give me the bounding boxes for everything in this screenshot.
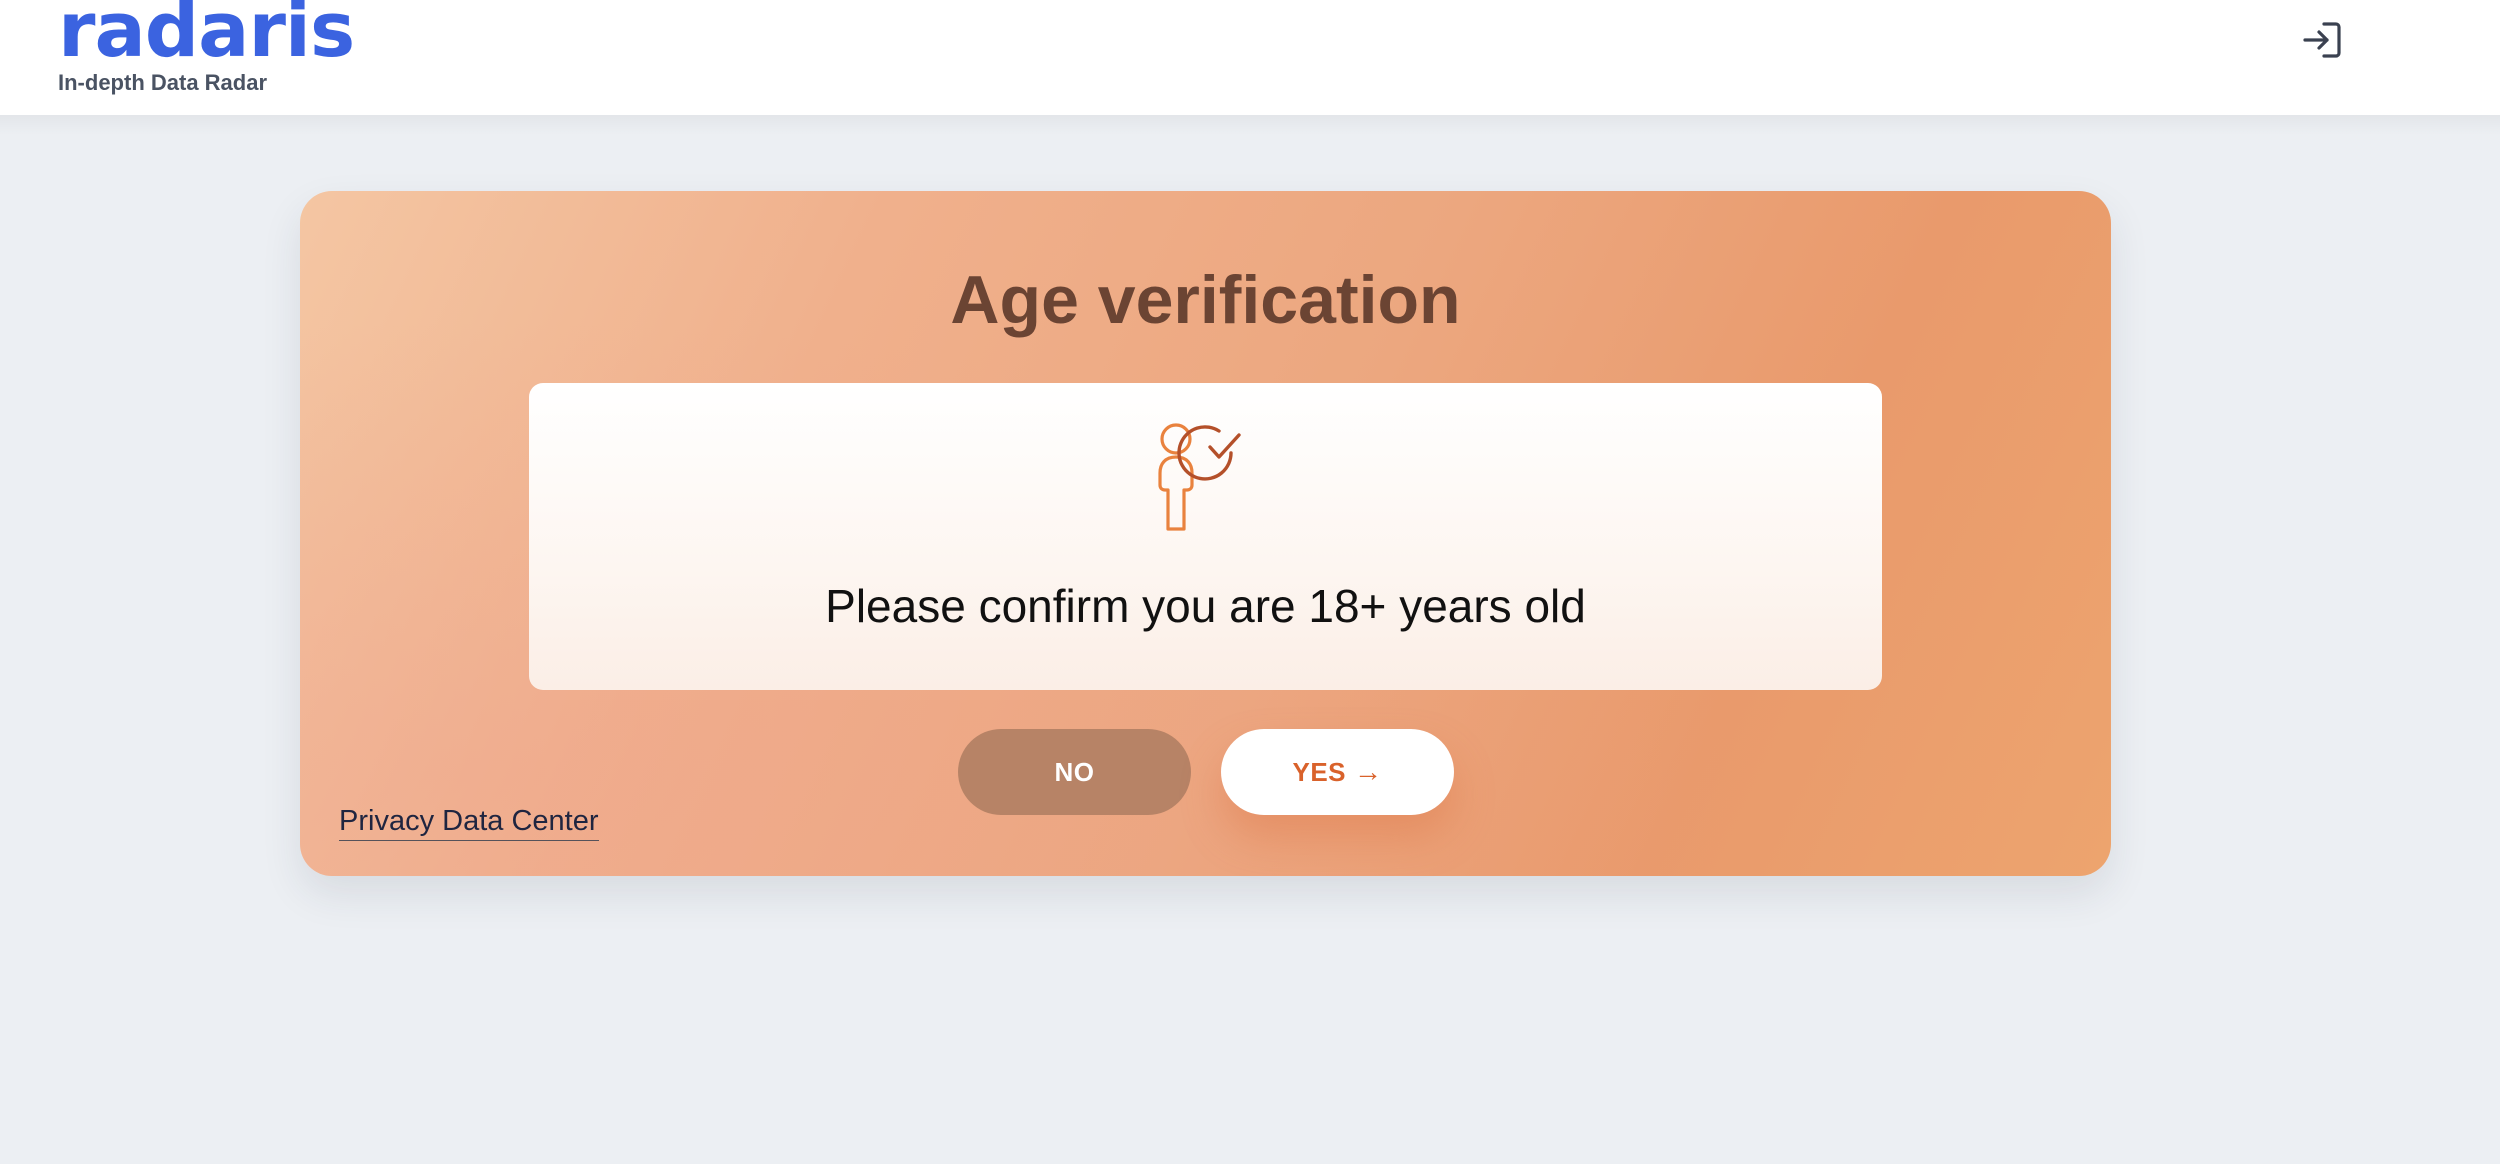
confirm-age-text: Please confirm you are 18+ years old <box>825 580 1586 632</box>
confirm-panel: Please confirm you are 18+ years old <box>529 383 1882 690</box>
modal-title: Age verification <box>950 262 1461 338</box>
site-logo[interactable]: radaris In-depth Data Radar <box>58 0 355 96</box>
person-check-icon <box>1158 423 1241 531</box>
privacy-data-center-link[interactable]: Privacy Data Center <box>339 805 599 841</box>
login-button[interactable] <box>2298 18 2346 62</box>
no-button[interactable]: NO <box>958 729 1191 815</box>
yes-button-label: YES <box>1292 756 1347 787</box>
age-verification-modal: Age verification Please confirm you are … <box>300 191 2111 876</box>
header-shadow <box>0 115 2500 135</box>
arrow-right-icon: → <box>1354 756 1383 787</box>
no-button-label: NO <box>1054 756 1095 787</box>
login-icon <box>2303 22 2341 58</box>
site-header: radaris In-depth Data Radar <box>0 0 2500 115</box>
yes-button[interactable]: YES → <box>1221 729 1454 815</box>
logo-wordmark: radaris <box>58 0 355 74</box>
